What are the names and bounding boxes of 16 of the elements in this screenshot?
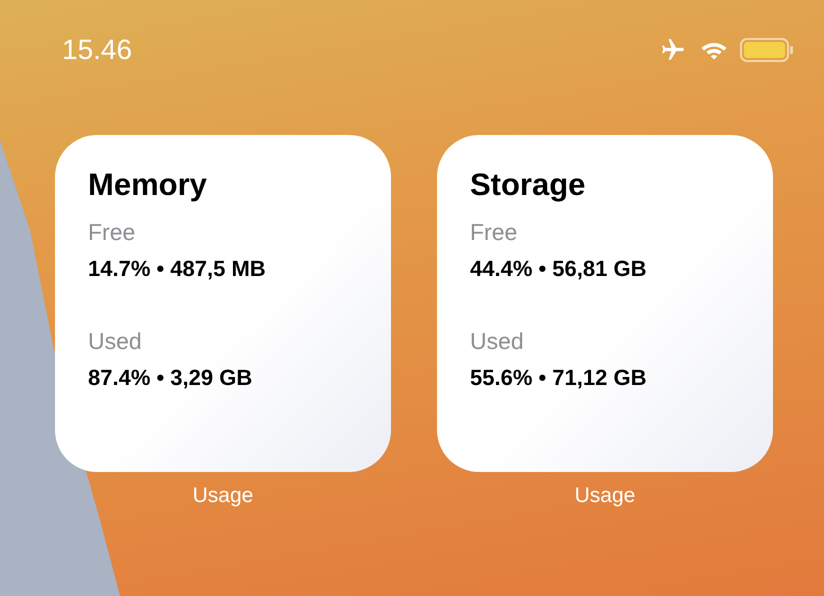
status-time: 15.46 [62,34,132,66]
stat-label: Free [88,219,136,246]
widget-caption: Usage [192,484,254,508]
widget-caption: Usage [574,484,636,508]
stat-label: Used [88,328,143,355]
stat-value: 44.4% • 56,81 GB [470,256,648,282]
widget-title: Memory [88,167,208,203]
stat-label: Free [470,219,518,246]
battery-icon [740,38,794,62]
widget-title: Storage [470,167,586,203]
widget-card[interactable]: Storage Free 44.4% • 56,81 GB Used 55.6% • 71,12 GB [437,135,773,472]
stat-value: 14.7% • 487,5 MB [88,256,267,282]
stat-value: 55.6% • 71,12 GB [470,365,648,391]
stat-value: 87.4% • 3,29 GB [88,365,254,391]
widget-card[interactable]: Memory Free 14.7% • 487,5 MB Used 87.4% • 3,29 GB [55,135,391,472]
stat-label: Used [470,328,525,355]
